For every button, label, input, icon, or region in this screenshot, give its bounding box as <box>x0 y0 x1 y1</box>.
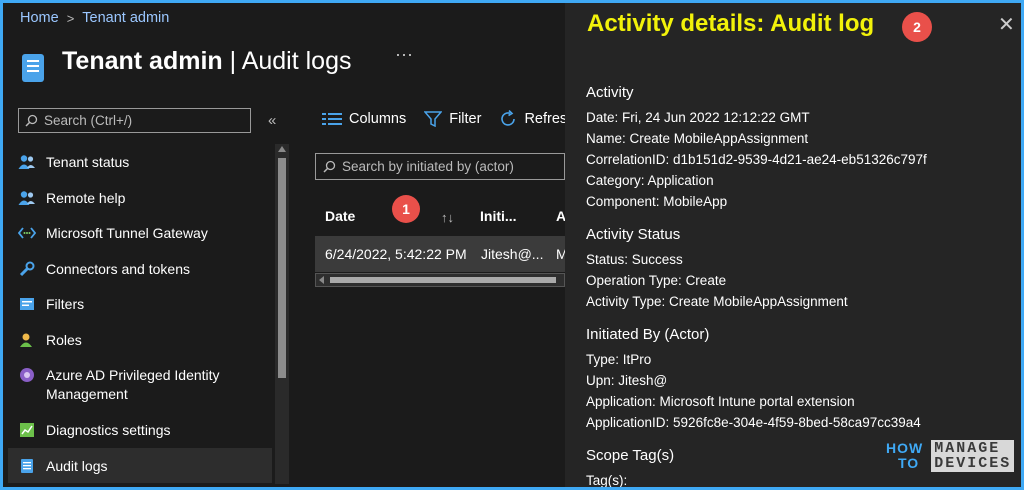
operation-type: Operation Type: Create <box>586 273 727 288</box>
logo-how-text: HOW <box>886 440 924 456</box>
breadcrumb-home-link[interactable]: Home <box>20 10 59 26</box>
sidebar-item-label: Microsoft Tunnel Gateway <box>46 225 208 241</box>
logo-devices-text: DEVICES <box>934 455 1012 472</box>
shield-icon <box>18 366 36 384</box>
search-icon <box>25 114 38 127</box>
columns-icon <box>322 113 342 125</box>
actor-upn: Upn: Jitesh@ <box>586 373 668 388</box>
close-icon[interactable]: ✕ <box>998 12 1015 37</box>
columns-button[interactable]: Columns <box>322 111 406 127</box>
people-icon <box>18 153 36 171</box>
collapse-sidebar-button[interactable]: « <box>268 112 276 129</box>
activity-category: Category: Application <box>586 173 714 188</box>
sort-icon[interactable]: ↑↓ <box>441 210 454 225</box>
sidebar-item-label: Remote help <box>46 189 126 206</box>
columns-label: Columns <box>349 111 407 127</box>
row-initiated-by: Jitesh@... <box>481 246 544 262</box>
refresh-label: Refres <box>524 111 568 127</box>
refresh-icon <box>501 110 516 126</box>
section-scope-tags-heading: Scope Tag(s) <box>586 447 675 464</box>
row-date: 6/24/2022, 5:42:22 PM <box>325 246 467 262</box>
breadcrumb-separator: > <box>66 10 75 26</box>
actor-application: Application: Microsoft Intune portal ext… <box>586 394 855 409</box>
chart-icon <box>18 421 36 439</box>
sidebar-item-audit-logs[interactable]: Audit logs <box>8 447 272 483</box>
refresh-button[interactable]: Refres <box>499 110 567 128</box>
filter-button[interactable]: Filter <box>424 111 481 127</box>
scrollbar-thumb[interactable] <box>278 158 286 378</box>
activity-date: Date: Fri, 24 Jun 2022 12:12:22 GMT <box>586 110 810 125</box>
activity-name: Name: Create MobileAppAssignment <box>586 131 809 146</box>
sidebar-item-label: Connectors and tokens <box>46 260 190 277</box>
sidebar-item-roles[interactable]: Roles <box>8 322 272 358</box>
people-icon <box>18 189 36 207</box>
status-value: Status: Success <box>586 252 683 267</box>
page-header: Tenant admin | Audit logs <box>22 40 351 82</box>
filter-funnel-icon <box>424 111 443 127</box>
how-to-manage-devices-logo: HOW TO MANAGE DEVICES <box>886 440 1015 472</box>
audit-log-icon <box>22 54 44 82</box>
breadcrumb-tenant-admin-link[interactable]: Tenant admin <box>82 10 169 26</box>
tunnel-icon <box>18 224 36 242</box>
callout-badge-2: 2 <box>902 12 932 42</box>
breadcrumb: Home > Tenant admin <box>20 10 169 26</box>
sidebar-search-input[interactable]: Search (Ctrl+/) <box>18 108 251 133</box>
panel-title: Activity details: Audit log <box>587 10 875 37</box>
scope-tags: Tag(s): <box>586 473 628 488</box>
actor-search-input[interactable]: Search by initiated by (actor) <box>315 153 565 180</box>
toolbar: Columns Filter Refres <box>322 110 567 128</box>
actor-application-id: ApplicationID: 5926fc8e-304e-4f59-8bed-5… <box>586 415 921 430</box>
wrench-icon <box>18 260 36 278</box>
page-title-separator: | <box>222 46 242 75</box>
section-initiated-by-heading: Initiated By (Actor) <box>586 326 710 343</box>
sidebar-item-connectors-and-tokens[interactable]: Connectors and tokens <box>8 251 272 287</box>
section-activity-status-heading: Activity Status <box>586 226 681 243</box>
activity-correlation-id: CorrelationID: d1b151d2-9539-4d21-ae24-e… <box>586 152 927 167</box>
log-icon <box>18 457 36 475</box>
page-title: Tenant admin | Audit logs <box>62 47 351 76</box>
actor-type: Type: ItPro <box>586 352 652 367</box>
sidebar-item-label: Roles <box>46 331 82 348</box>
page-title-sub: Audit logs <box>241 46 352 75</box>
sidebar-scrollbar[interactable] <box>275 144 289 484</box>
actor-search-placeholder: Search by initiated by (actor) <box>342 159 514 174</box>
more-options-button[interactable]: ··· <box>395 44 413 65</box>
sidebar-item-label: Filters <box>46 296 85 312</box>
person-icon <box>18 331 36 349</box>
sidebar-item-label: Tenant status <box>46 154 130 170</box>
table-row[interactable]: 6/24/2022, 5:42:22 PM Jitesh@... M <box>315 236 568 272</box>
sidebar-item-diagnostics-settings[interactable]: Diagnostics settings <box>8 412 272 448</box>
table-horizontal-scrollbar[interactable] <box>315 273 565 287</box>
sidebar-search-placeholder: Search (Ctrl+/) <box>44 113 133 128</box>
sidebar-item-remote-help[interactable]: Remote help <box>8 180 272 216</box>
filter-icon <box>18 295 36 313</box>
sidebar-item-filters[interactable]: Filters <box>8 286 272 322</box>
activity-type: Activity Type: Create MobileAppAssignmen… <box>586 294 848 309</box>
search-icon <box>323 160 336 173</box>
sidebar-item-microsoft-tunnel-gateway[interactable]: Microsoft Tunnel Gateway <box>8 215 272 251</box>
section-activity-heading: Activity <box>586 84 634 101</box>
logo-how-to: HOW TO <box>886 441 923 471</box>
page-title-main: Tenant admin <box>62 46 223 75</box>
scroll-left-icon[interactable] <box>319 276 324 284</box>
activity-component: Component: MobileApp <box>586 194 728 209</box>
logo-to-text: TO <box>898 455 920 471</box>
sidebar: Tenant status Remote help Microsoft Tunn… <box>8 144 272 483</box>
column-header-date[interactable]: Date <box>325 208 355 224</box>
sidebar-item-label: Azure AD Privileged Identity Management <box>46 367 220 402</box>
sidebar-item-tenant-status[interactable]: Tenant status <box>8 144 272 180</box>
logo-manage-text: MANAGE <box>934 440 1001 457</box>
activity-details-panel: Activity details: Audit log ✕ Activity D… <box>565 0 1024 490</box>
callout-badge-1: 1 <box>392 195 420 223</box>
sidebar-item-label: Diagnostics settings <box>46 422 171 438</box>
filter-label: Filter <box>449 111 482 127</box>
logo-manage-devices: MANAGE DEVICES <box>931 440 1015 472</box>
sidebar-item-azure-ad-pim[interactable]: Azure AD Privileged Identity Management <box>8 357 272 412</box>
scrollbar-thumb[interactable] <box>330 277 556 283</box>
sidebar-item-label: Audit logs <box>46 457 108 474</box>
scroll-up-icon[interactable] <box>278 146 286 152</box>
column-header-initiated-by[interactable]: Initi... <box>480 208 517 224</box>
